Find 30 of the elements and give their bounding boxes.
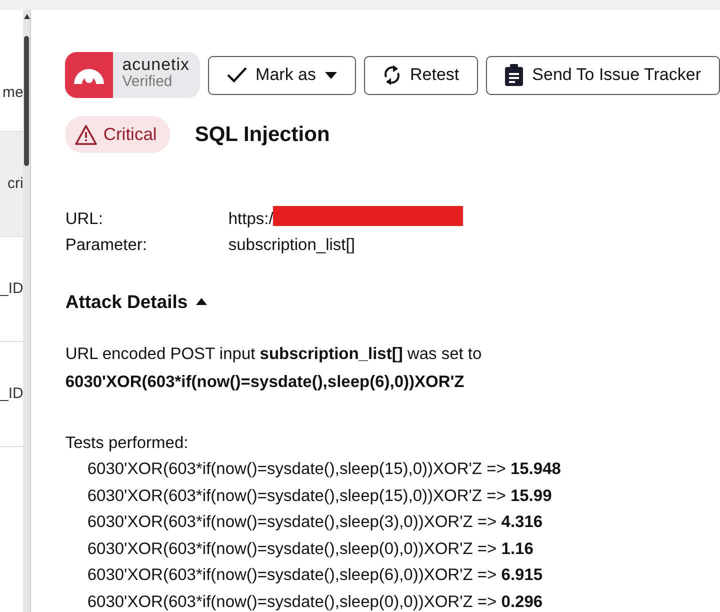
tests-label: Tests performed: <box>65 433 190 454</box>
payload-text: 6030'XOR(603*if(now()=sysdate(),sleep(6),0))XOR'Z <box>65 372 466 392</box>
logo-icon <box>72 66 106 84</box>
action-button[interactable]: Send To Issue Tracker <box>486 56 720 94</box>
test-result: 6030'XOR(603*if(now()=sysdate(),sleep(6),0))XOR'Z => 6.915 <box>86 565 544 586</box>
attack-description: URL encoded POST input subscription_list[] was set to <box>65 344 483 365</box>
vulnerability-title: SQL Injection <box>194 122 330 148</box>
collapse-caret-icon[interactable] <box>196 298 207 306</box>
action-button[interactable]: Mark as <box>208 56 356 94</box>
clipboard-icon <box>505 64 524 86</box>
scroll-up-arrow-icon[interactable] <box>24 14 30 19</box>
field-label: URL: <box>65 209 104 230</box>
verified-label: Verified <box>122 74 174 90</box>
action-button[interactable]: Retest <box>364 56 478 94</box>
warning-icon <box>75 124 98 144</box>
checkmark-icon <box>226 67 247 83</box>
section-title: Attack Details <box>65 290 188 314</box>
test-result: 6030'XOR(603*if(now()=sysdate(),sleep(15),0))XOR'Z => 15.99 <box>86 486 553 506</box>
brand-name: acunetix <box>122 56 190 74</box>
field-label: Parameter: <box>65 235 148 256</box>
test-result: 6030'XOR(603*if(now()=sysdate(),sleep(0),0))XOR'Z => 1.16 <box>86 538 534 560</box>
sidebar-item[interactable]: cri <box>0 132 24 237</box>
test-result: 6030'XOR(603*if(now()=sysdate(),sleep(3),0))XOR'Z => 4.316 <box>86 512 544 533</box>
severity-badge: Critical <box>65 116 170 153</box>
field-value: subscription_list[] <box>228 235 355 256</box>
test-result: 6030'XOR(603*if(now()=sysdate(),sleep(15),0))XOR'Z => 15.948 <box>86 459 562 480</box>
refresh-icon <box>383 64 402 86</box>
field-value: https:/ <box>228 209 274 230</box>
test-result: 6030'XOR(603*if(now()=sysdate(),sleep(0),0))XOR'Z => 0.296 <box>86 592 544 612</box>
scrollbar-thumb[interactable] <box>24 36 30 166</box>
